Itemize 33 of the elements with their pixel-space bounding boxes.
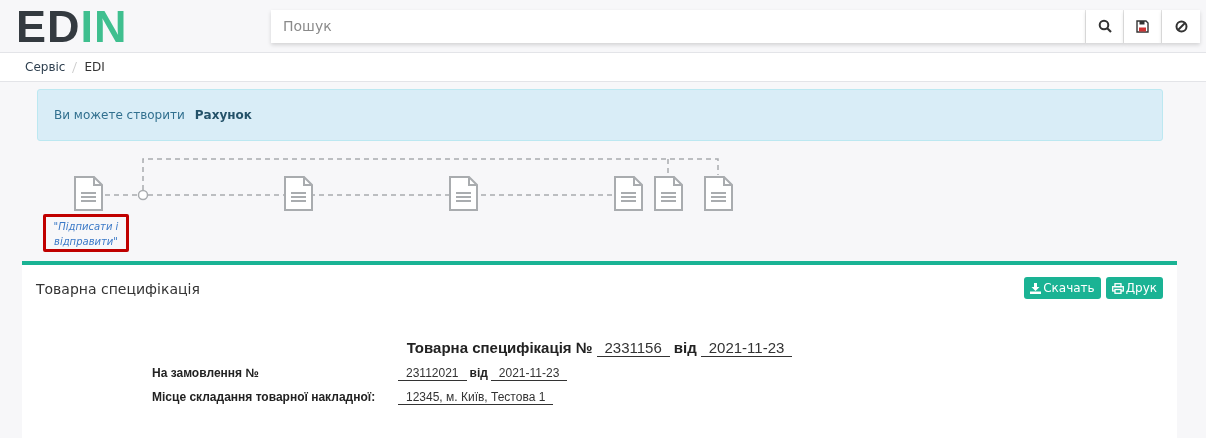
save-button[interactable] [1124,9,1162,43]
date-label: від [469,366,488,380]
breadcrumb-link[interactable]: Сервіс [25,60,66,74]
junction-node [137,189,149,201]
field-value: 12345, м. Київ, Тестова 1 [398,390,554,405]
alert-text: Ви можете створити [54,108,185,122]
action-note[interactable]: "Підписати і відправити" [43,214,129,252]
search-icon [1097,19,1112,33]
field-value: 23112021 [398,366,467,381]
download-icon [1030,282,1042,294]
document-icon[interactable] [74,176,103,211]
field-label: На замовлення № [152,366,260,380]
breadcrumb-link[interactable]: EDI [84,60,105,74]
logo[interactable]: EDIN [16,3,271,49]
search-field[interactable]: Пошук [271,9,1086,43]
search-button[interactable] [1086,9,1124,43]
panel-title: Товарна специфікація [36,280,200,297]
printer-icon [1111,282,1124,294]
document-icon[interactable] [284,176,313,211]
document-number: 2331156 [596,339,670,357]
date-label: від [673,339,697,356]
field-date: 2021-11-23 [490,366,568,381]
document-title: Товарна специфікація № [406,339,593,356]
document-icon[interactable] [704,176,733,211]
invoice-link[interactable]: Рахунок [194,108,252,122]
cancel-icon [1174,19,1188,33]
save-icon [1136,19,1149,33]
document-icon[interactable] [449,176,478,211]
cancel-button[interactable] [1162,9,1200,43]
document-icon[interactable] [654,176,683,211]
field-label: Місце складання товарної накладної: [152,390,377,404]
document-icon[interactable] [614,176,643,211]
document-date: 2021-11-23 [700,339,793,357]
